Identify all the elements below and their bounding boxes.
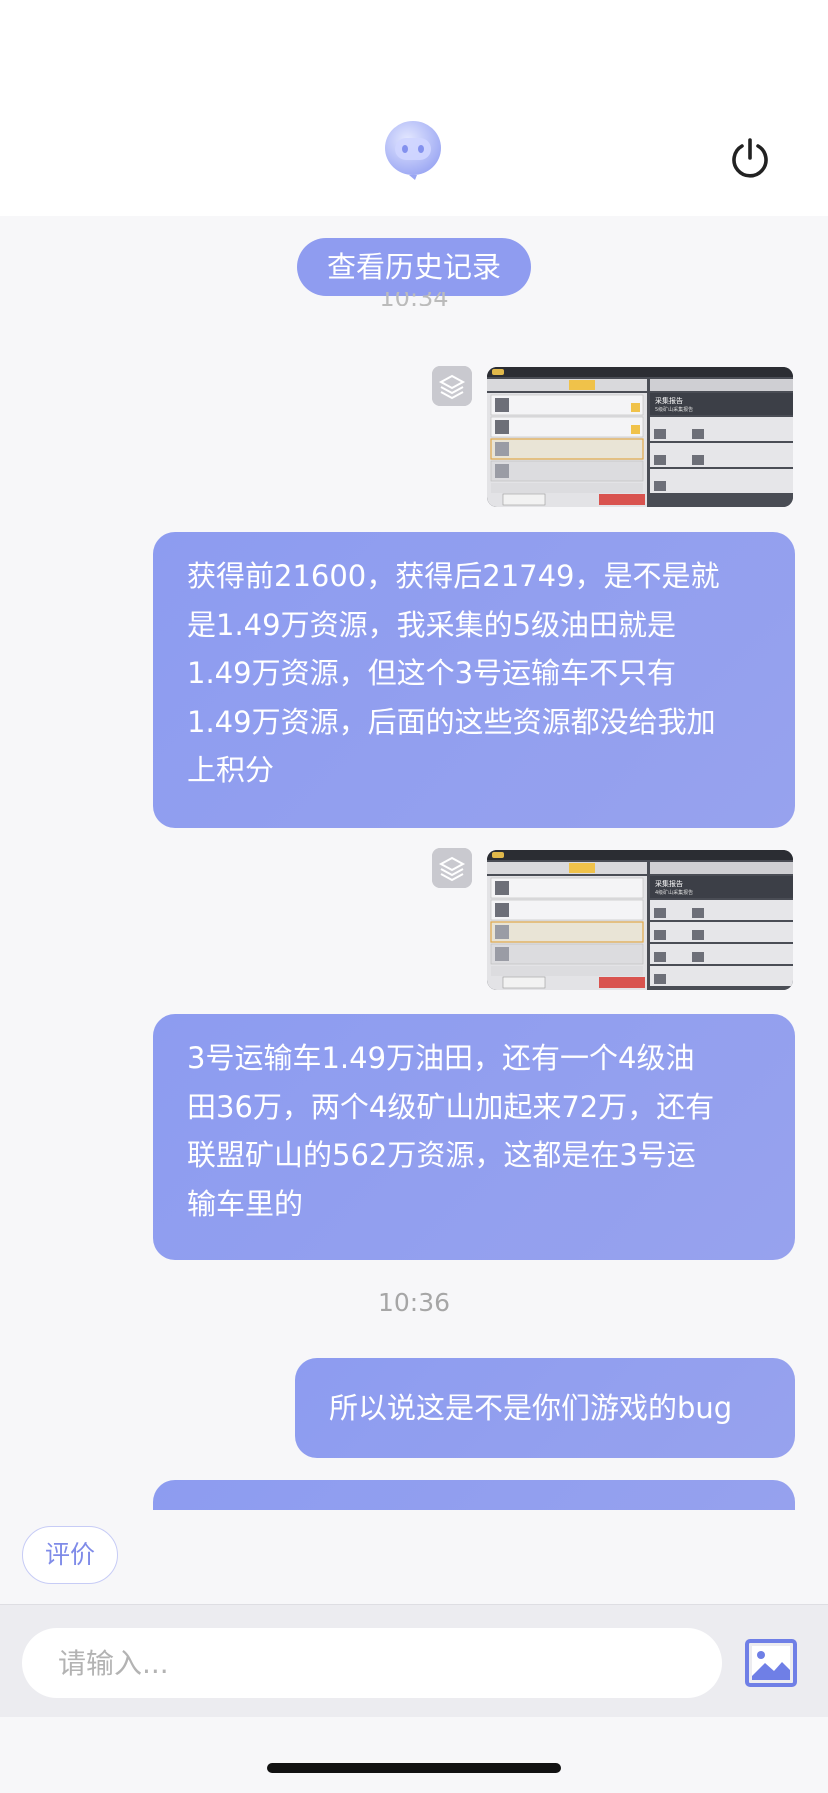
- message-bubble: 所以说这是不是你们游戏的bug: [295, 1358, 795, 1458]
- panel-subtitle: 5级矿山采集报告: [655, 406, 693, 413]
- game-screenshot-image: 采集报告 4级矿山采集报告: [487, 850, 793, 990]
- game-screenshot-image: 采集报告 5级矿山采集报告: [487, 367, 793, 507]
- panel-subtitle: 4级矿山采集报告: [655, 889, 693, 896]
- screenshot-thumbnail[interactable]: 采集报告 5级矿山采集报告: [487, 367, 793, 507]
- message-timestamp: 10:36: [377, 1288, 451, 1317]
- message-bubble: 获得前21600，获得后21749，是不是就 是1.49万资源，我采集的5级油田…: [153, 532, 795, 828]
- layers-icon[interactable]: [432, 366, 472, 406]
- panel-title: 采集报告: [655, 879, 683, 888]
- message-input[interactable]: [22, 1628, 722, 1698]
- clipped-timestamp: 10:34: [379, 292, 449, 306]
- message-text: 所以说这是不是你们游戏的bug: [329, 1391, 733, 1425]
- chat-header: [0, 0, 828, 216]
- bot-avatar-icon: [385, 121, 441, 180]
- input-bar: [0, 1604, 828, 1717]
- screenshot-thumbnail[interactable]: 采集报告 4级矿山采集报告: [487, 850, 793, 990]
- image-upload-icon[interactable]: [744, 1636, 798, 1690]
- home-indicator: [267, 1763, 561, 1773]
- message-bubble: 3号运输车1.49万油田，还有一个4级油 田36万，两个4级矿山加起来72万，还…: [153, 1014, 795, 1260]
- layers-icon[interactable]: [432, 848, 472, 888]
- view-history-button[interactable]: 查看历史记录: [297, 238, 531, 296]
- message-text: 3号运输车1.49万油田，还有一个4级油 田36万，两个4级矿山加起来72万，还…: [187, 1041, 715, 1221]
- chat-area[interactable]: 查看历史记录 10:34 采集报告 5级矿山采集报告 获得前21600，获得后2…: [0, 216, 828, 1510]
- power-button[interactable]: [726, 134, 774, 182]
- message-bubble-partial: [153, 1480, 795, 1510]
- message-text: 获得前21600，获得后21749，是不是就 是1.49万资源，我采集的5级油田…: [187, 559, 720, 787]
- rate-button[interactable]: 评价: [22, 1526, 118, 1584]
- panel-title: 采集报告: [655, 396, 683, 405]
